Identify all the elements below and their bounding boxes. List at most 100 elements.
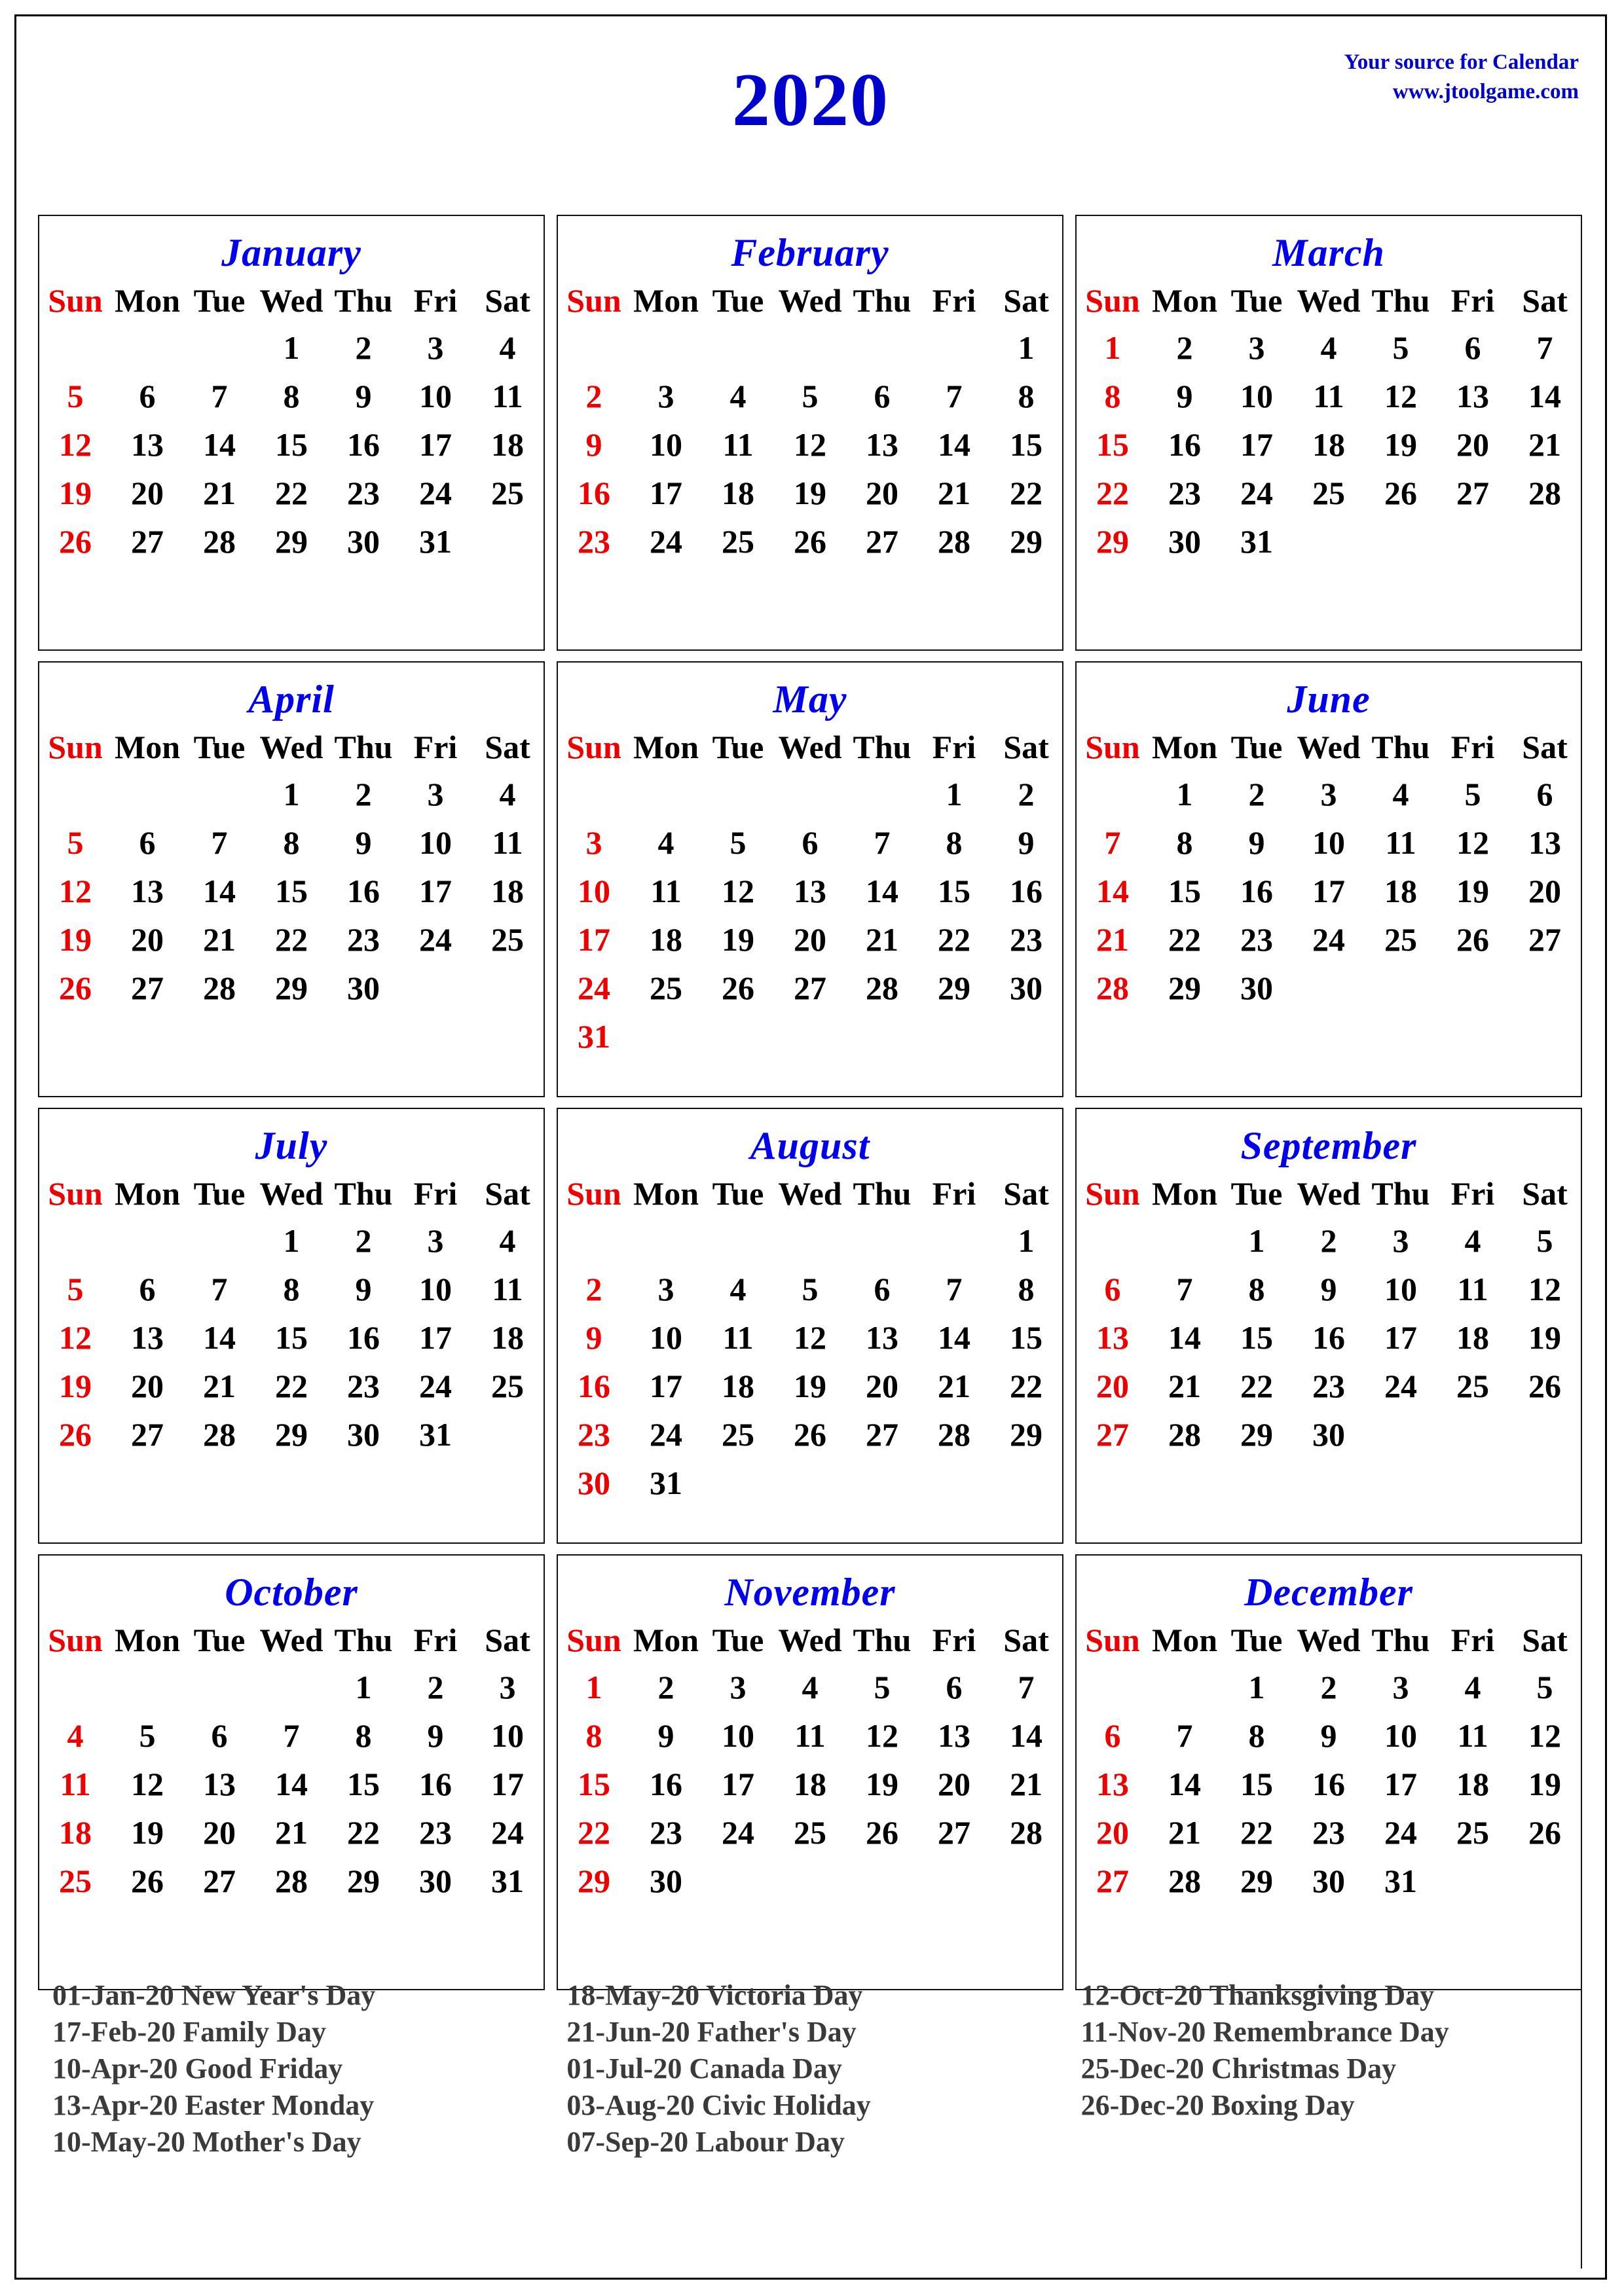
day-cell[interactable]: 23 bbox=[1293, 1808, 1365, 1857]
day-cell[interactable]: 12 bbox=[774, 420, 846, 469]
day-cell[interactable]: 15 bbox=[255, 1313, 327, 1362]
day-cell[interactable]: 2 bbox=[990, 770, 1062, 818]
day-cell[interactable]: 17 bbox=[630, 469, 702, 517]
day-cell[interactable]: 4 bbox=[702, 372, 774, 420]
day-cell[interactable]: 16 bbox=[558, 1362, 630, 1410]
day-cell[interactable]: 18 bbox=[1437, 1760, 1509, 1808]
day-cell[interactable]: 31 bbox=[399, 1410, 471, 1459]
day-cell[interactable]: 18 bbox=[39, 1808, 111, 1857]
day-cell[interactable]: 23 bbox=[1221, 915, 1293, 964]
day-cell[interactable]: 2 bbox=[558, 1265, 630, 1313]
day-cell[interactable]: 20 bbox=[111, 915, 183, 964]
day-cell[interactable]: 27 bbox=[846, 1410, 918, 1459]
day-cell[interactable]: 21 bbox=[846, 915, 918, 964]
day-cell[interactable]: 26 bbox=[1509, 1362, 1581, 1410]
day-cell[interactable]: 10 bbox=[1293, 818, 1365, 867]
day-cell[interactable]: 4 bbox=[1437, 1663, 1509, 1711]
day-cell[interactable]: 25 bbox=[702, 517, 774, 566]
day-cell[interactable]: 7 bbox=[990, 1663, 1062, 1711]
day-cell[interactable]: 25 bbox=[471, 1362, 544, 1410]
day-cell[interactable]: 10 bbox=[399, 1265, 471, 1313]
day-cell[interactable]: 11 bbox=[471, 372, 544, 420]
day-cell[interactable]: 3 bbox=[399, 770, 471, 818]
day-cell[interactable]: 5 bbox=[39, 818, 111, 867]
day-cell[interactable]: 2 bbox=[630, 1663, 702, 1711]
day-cell[interactable]: 6 bbox=[111, 818, 183, 867]
day-cell[interactable]: 31 bbox=[471, 1857, 544, 1905]
day-cell[interactable]: 27 bbox=[111, 517, 183, 566]
day-cell[interactable]: 26 bbox=[1509, 1808, 1581, 1857]
day-cell[interactable]: 22 bbox=[990, 469, 1062, 517]
day-cell[interactable]: 23 bbox=[327, 915, 399, 964]
day-cell[interactable]: 9 bbox=[1221, 818, 1293, 867]
day-cell[interactable]: 22 bbox=[255, 915, 327, 964]
day-cell[interactable]: 17 bbox=[1365, 1760, 1437, 1808]
day-cell[interactable]: 3 bbox=[630, 372, 702, 420]
day-cell[interactable]: 4 bbox=[471, 323, 544, 372]
day-cell[interactable]: 11 bbox=[1365, 818, 1437, 867]
day-cell[interactable]: 20 bbox=[774, 915, 846, 964]
day-cell[interactable]: 3 bbox=[471, 1663, 544, 1711]
day-cell[interactable]: 9 bbox=[990, 818, 1062, 867]
day-cell[interactable]: 3 bbox=[399, 323, 471, 372]
day-cell[interactable]: 31 bbox=[1221, 517, 1293, 566]
day-cell[interactable]: 13 bbox=[1077, 1760, 1149, 1808]
day-cell[interactable]: 8 bbox=[255, 372, 327, 420]
day-cell[interactable]: 4 bbox=[471, 1216, 544, 1265]
day-cell[interactable]: 23 bbox=[630, 1808, 702, 1857]
day-cell[interactable]: 8 bbox=[1221, 1265, 1293, 1313]
day-cell[interactable]: 4 bbox=[1293, 323, 1365, 372]
day-cell[interactable]: 20 bbox=[183, 1808, 255, 1857]
day-cell[interactable]: 24 bbox=[471, 1808, 544, 1857]
day-cell[interactable]: 13 bbox=[111, 1313, 183, 1362]
day-cell[interactable]: 12 bbox=[1509, 1265, 1581, 1313]
day-cell[interactable]: 28 bbox=[918, 1410, 990, 1459]
day-cell[interactable]: 7 bbox=[1149, 1711, 1221, 1760]
day-cell[interactable]: 12 bbox=[1437, 818, 1509, 867]
day-cell[interactable]: 18 bbox=[774, 1760, 846, 1808]
day-cell[interactable]: 4 bbox=[1437, 1216, 1509, 1265]
day-cell[interactable]: 1 bbox=[255, 770, 327, 818]
day-cell[interactable]: 10 bbox=[1365, 1711, 1437, 1760]
day-cell[interactable]: 28 bbox=[918, 517, 990, 566]
day-cell[interactable]: 12 bbox=[846, 1711, 918, 1760]
day-cell[interactable]: 8 bbox=[255, 1265, 327, 1313]
day-cell[interactable]: 15 bbox=[558, 1760, 630, 1808]
day-cell[interactable]: 22 bbox=[1221, 1808, 1293, 1857]
day-cell[interactable]: 17 bbox=[558, 915, 630, 964]
day-cell[interactable]: 27 bbox=[1437, 469, 1509, 517]
day-cell[interactable]: 10 bbox=[1365, 1265, 1437, 1313]
day-cell[interactable]: 15 bbox=[255, 867, 327, 915]
day-cell[interactable]: 19 bbox=[39, 469, 111, 517]
day-cell[interactable]: 30 bbox=[327, 517, 399, 566]
day-cell[interactable]: 13 bbox=[846, 1313, 918, 1362]
day-cell[interactable]: 6 bbox=[1077, 1265, 1149, 1313]
day-cell[interactable]: 14 bbox=[183, 420, 255, 469]
day-cell[interactable]: 3 bbox=[702, 1663, 774, 1711]
day-cell[interactable]: 13 bbox=[111, 420, 183, 469]
day-cell[interactable]: 28 bbox=[990, 1808, 1062, 1857]
day-cell[interactable]: 25 bbox=[1365, 915, 1437, 964]
day-cell[interactable]: 19 bbox=[111, 1808, 183, 1857]
day-cell[interactable]: 25 bbox=[702, 1410, 774, 1459]
day-cell[interactable]: 29 bbox=[1149, 964, 1221, 1012]
day-cell[interactable]: 18 bbox=[1365, 867, 1437, 915]
day-cell[interactable]: 21 bbox=[918, 1362, 990, 1410]
day-cell[interactable]: 1 bbox=[1149, 770, 1221, 818]
day-cell[interactable]: 13 bbox=[774, 867, 846, 915]
day-cell[interactable]: 8 bbox=[1149, 818, 1221, 867]
day-cell[interactable]: 27 bbox=[918, 1808, 990, 1857]
day-cell[interactable]: 20 bbox=[111, 1362, 183, 1410]
day-cell[interactable]: 21 bbox=[255, 1808, 327, 1857]
day-cell[interactable]: 4 bbox=[702, 1265, 774, 1313]
day-cell[interactable]: 29 bbox=[918, 964, 990, 1012]
day-cell[interactable]: 15 bbox=[255, 420, 327, 469]
day-cell[interactable]: 23 bbox=[558, 517, 630, 566]
day-cell[interactable]: 16 bbox=[630, 1760, 702, 1808]
day-cell[interactable]: 29 bbox=[1077, 517, 1149, 566]
day-cell[interactable]: 2 bbox=[327, 1216, 399, 1265]
day-cell[interactable]: 28 bbox=[1149, 1410, 1221, 1459]
day-cell[interactable]: 7 bbox=[1509, 323, 1581, 372]
day-cell[interactable]: 8 bbox=[1221, 1711, 1293, 1760]
day-cell[interactable]: 9 bbox=[630, 1711, 702, 1760]
